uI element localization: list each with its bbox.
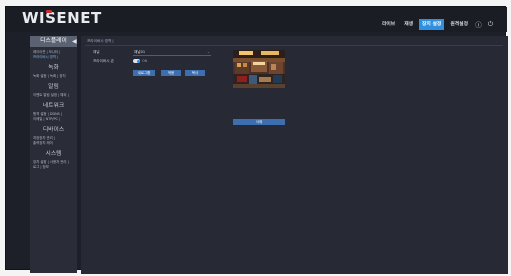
- help-icon[interactable]: ⓘ: [474, 19, 483, 30]
- nav-live[interactable]: 라이브: [379, 19, 398, 30]
- nav-playback[interactable]: 재생: [401, 19, 416, 30]
- sidebar-record[interactable]: 녹화: [30, 63, 77, 74]
- copy-button[interactable]: 복사: [185, 70, 205, 76]
- sidebar-device[interactable]: 디바이스: [30, 125, 77, 136]
- channel-select-value: 채널01: [134, 50, 146, 54]
- main-content: 프라이버시 영역 | 채널 채널01 ⌄ 프라이버시 존 ON 새로그룹 적용 …: [81, 36, 508, 274]
- sidebar-sub-system-2[interactable]: 로그 | 정보: [30, 165, 77, 170]
- sidebar-alarm[interactable]: 알림: [30, 82, 77, 93]
- top-navigation: 라이브 재생 장치 설정 원격설정 ⓘ ⏻: [379, 18, 495, 30]
- logo-accent: [46, 10, 52, 13]
- sidebar-display[interactable]: 디스플레이: [30, 36, 77, 47]
- app-window: WISENET 라이브 재생 장치 설정 원격설정 ⓘ ⏻ 디스플레이 레이아웃…: [5, 6, 508, 274]
- power-icon[interactable]: ⏻: [486, 19, 495, 30]
- toggle-knob: [136, 59, 140, 63]
- delete-button[interactable]: 삭제: [233, 119, 285, 125]
- apply-button[interactable]: 적용: [161, 70, 181, 76]
- wisenet-logo: WISENET: [22, 9, 102, 27]
- privacy-zone-label: 프라이버시 존: [93, 59, 114, 63]
- top-bar: WISENET 라이브 재생 장치 설정 원격설정 ⓘ ⏻: [6, 7, 507, 32]
- privacy-zone-toggle-text: ON: [142, 59, 148, 63]
- settings-sidebar: 디스플레이 레이아웃 | 모니터 | 프라이버시 영역 | 녹화 녹화 설정 |…: [30, 36, 77, 273]
- sidebar-network[interactable]: 네트워크: [30, 101, 77, 112]
- privacy-zone-toggle[interactable]: [133, 59, 140, 63]
- channel-label: 채널: [93, 50, 100, 54]
- collapse-sidebar-icon[interactable]: ◀: [72, 38, 77, 45]
- channel-select[interactable]: 채널01 ⌄: [133, 50, 211, 56]
- nav-device-settings[interactable]: 장치 설정: [419, 18, 445, 30]
- chevron-down-icon: ⌄: [206, 50, 210, 54]
- new-group-button[interactable]: 새로그룹: [133, 70, 155, 76]
- nav-remote-settings[interactable]: 원격설정: [447, 19, 471, 30]
- content-divider: [85, 45, 503, 46]
- camera-preview-image[interactable]: [233, 50, 285, 88]
- sidebar-system[interactable]: 시스템: [30, 149, 77, 160]
